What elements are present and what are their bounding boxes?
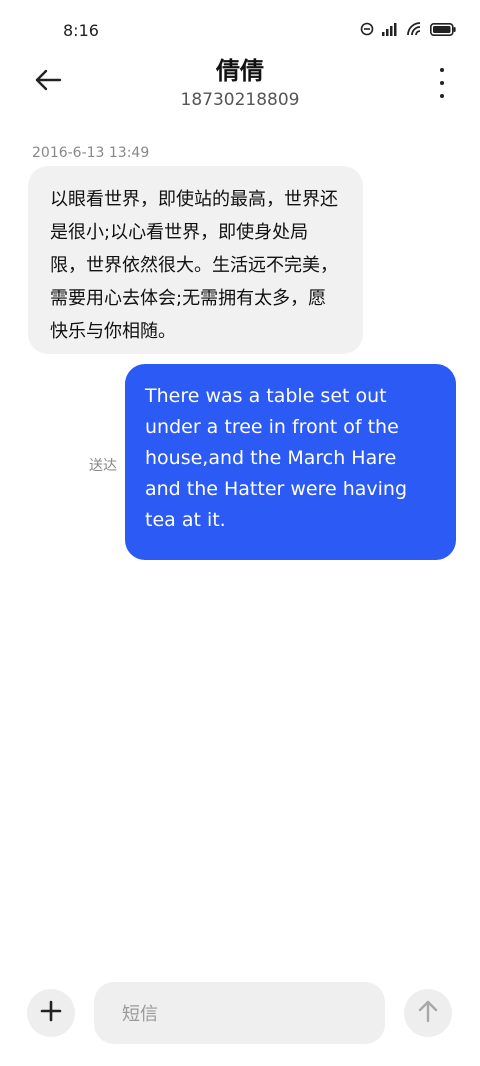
conversation-header: 倩倩 18730218809 [0, 56, 480, 116]
battery-icon [430, 22, 456, 36]
signal-icon [382, 22, 398, 36]
back-arrow-icon [34, 69, 62, 95]
plus-icon [40, 1000, 62, 1026]
more-vertical-icon [440, 68, 444, 72]
contact-name: 倩倩 [216, 57, 264, 85]
status-icons [360, 22, 456, 36]
more-options-button[interactable] [434, 68, 450, 98]
wifi-icon [406, 22, 422, 36]
message-timestamp: 2016-6-13 13:49 [32, 145, 150, 161]
back-button[interactable] [30, 64, 66, 100]
outgoing-message-bubble[interactable]: There was a table set out under a tree i… [125, 364, 456, 560]
status-time: 8:16 [63, 21, 99, 40]
message-composer: 短信 [0, 980, 480, 1050]
message-input[interactable]: 短信 [94, 982, 385, 1044]
do-not-disturb-icon [360, 22, 374, 36]
contact-number: 18730218809 [180, 90, 300, 110]
message-input-placeholder: 短信 [122, 1004, 158, 1025]
arrow-up-icon [417, 999, 439, 1027]
delivery-status: 送达 [89, 458, 117, 474]
incoming-message-bubble[interactable]: 以眼看世界，即使站的最高，世界还是很小;以心看世界，即使身处局限，世界依然很大。… [28, 166, 363, 354]
add-attachment-button[interactable] [27, 989, 75, 1037]
send-button[interactable] [404, 989, 452, 1037]
contact-info[interactable]: 倩倩 18730218809 [120, 56, 360, 112]
status-bar: 8:16 [0, 0, 480, 60]
